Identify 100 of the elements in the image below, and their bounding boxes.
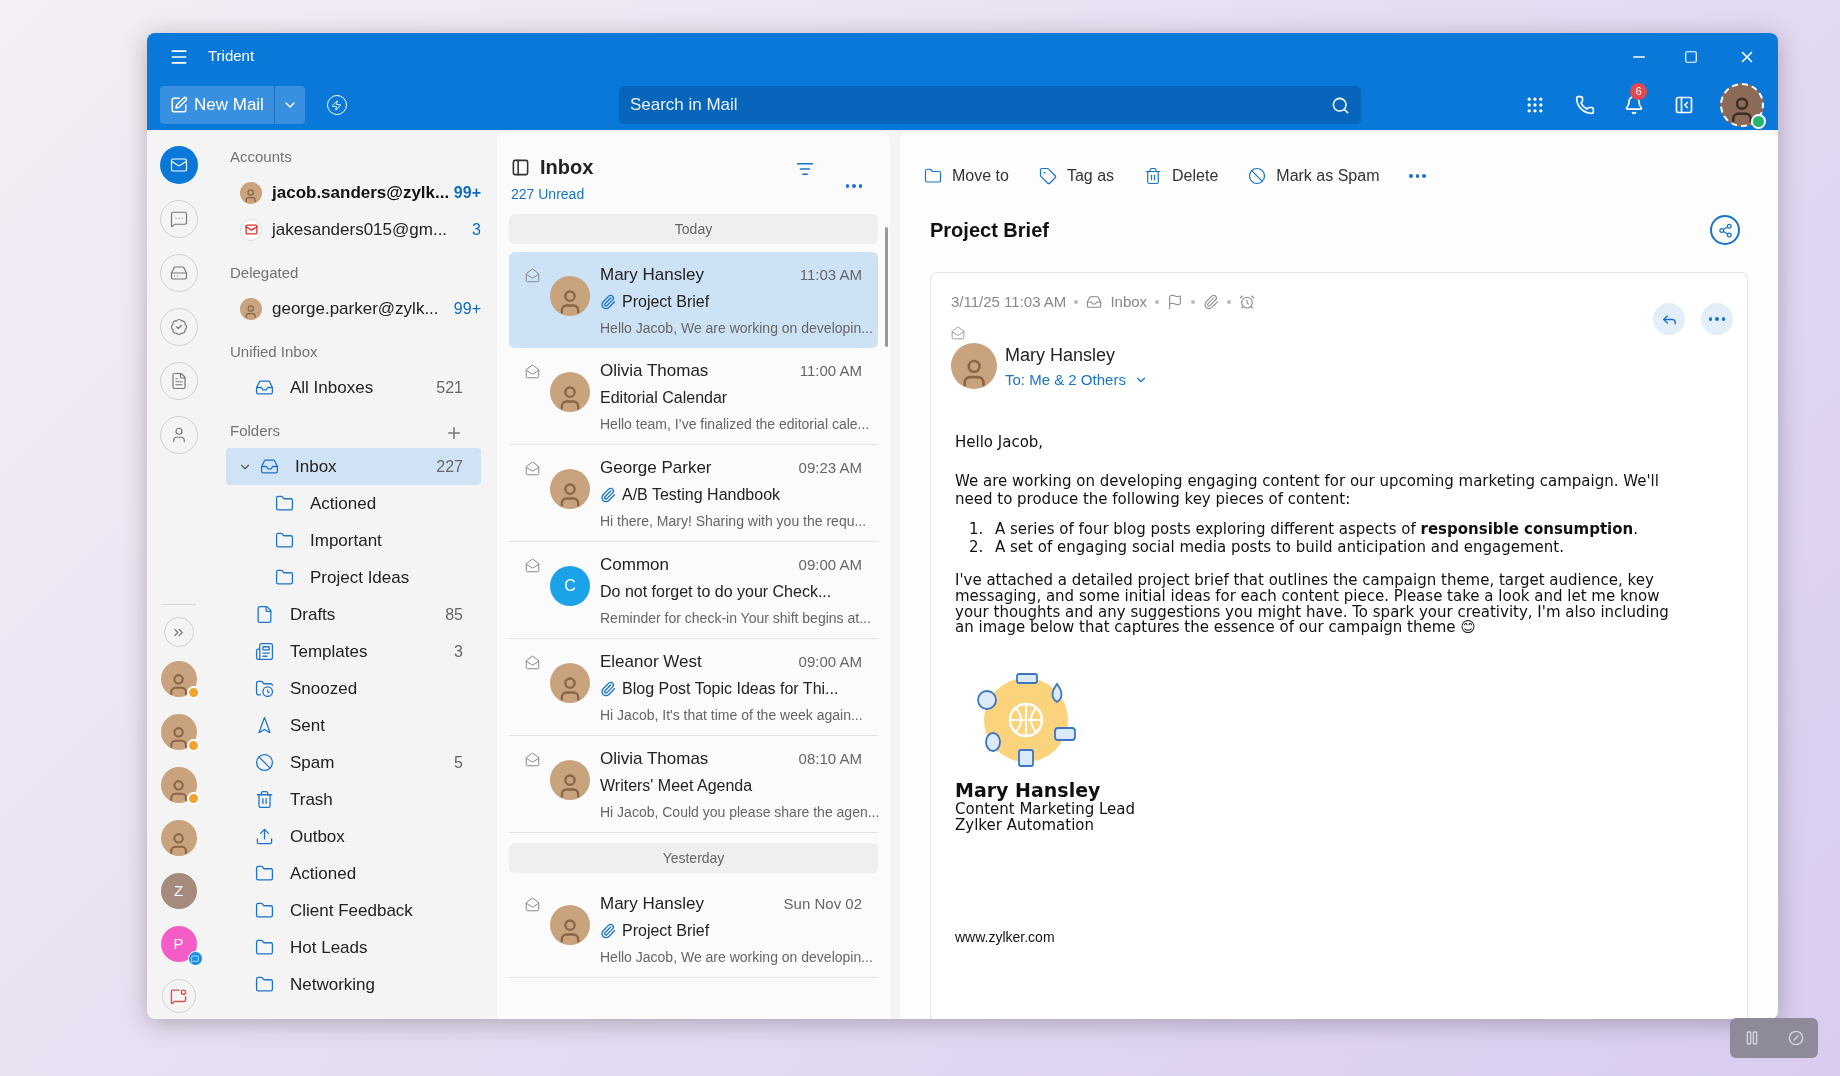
unread-count: 85 [445, 604, 463, 625]
search-input[interactable]: Search in Mail [629, 92, 1331, 118]
folder-item[interactable]: Client Feedback [226, 892, 481, 929]
folder-clock-icon [255, 679, 274, 698]
trash-icon [255, 790, 274, 809]
message-time: 11:00 AM [799, 360, 862, 381]
folder-item[interactable]: Trash [226, 781, 481, 818]
folder-item[interactable]: Hot Leads [226, 929, 481, 966]
unread-count: 99+ [453, 298, 481, 319]
unread-count: 3 [454, 641, 463, 662]
search-icon[interactable] [1330, 95, 1350, 115]
avatar [240, 181, 262, 204]
more-icon [1708, 317, 1726, 321]
compose-icon [170, 96, 188, 114]
folder-item[interactable]: Snoozed [226, 670, 481, 707]
account-email: jakesanders015@gm... [272, 218, 449, 241]
website-link[interactable]: www.zylker.com [955, 928, 1055, 945]
section-heading: Accounts [230, 146, 292, 167]
unread-count: 227 [436, 456, 463, 477]
folder-item[interactable]: Sent [226, 707, 481, 744]
avatar [550, 760, 590, 800]
contact-avatar [160, 714, 197, 750]
received-date: 3/11/25 11:03 AM [951, 292, 1067, 312]
more-icon[interactable] [1409, 174, 1426, 178]
scrollbar-thumb[interactable] [885, 227, 888, 347]
account-item[interactable]: george.parker@zylk... 99+ [210, 290, 497, 327]
maximize-icon[interactable] [1684, 49, 1698, 64]
list-item-text: A set of engaging social media posts to build anticipation and engagement. [995, 538, 1564, 557]
recipients-link[interactable]: To: Me & 2 Others [1005, 368, 1148, 391]
reply-button[interactable] [1653, 303, 1685, 335]
paperclip-icon[interactable] [1203, 294, 1220, 311]
message-time: Sun Nov 02 [783, 893, 862, 914]
message-item[interactable]: George Parker 09:23 AM A/B Testing Handbook Hi there, Mary! Sharing with you the requ... [509, 445, 878, 542]
add-folder-icon[interactable] [445, 424, 463, 442]
phone-icon[interactable] [1575, 95, 1595, 115]
user-avatar[interactable] [1720, 83, 1764, 127]
folder-icon [275, 531, 294, 550]
envelope-icon [525, 558, 540, 573]
section-heading: Delegated [230, 262, 299, 283]
bell-icon[interactable] [1624, 95, 1644, 115]
alarm-clock-icon[interactable] [1239, 294, 1256, 311]
toolbar-action-button[interactable]: Tag as [1038, 164, 1115, 188]
folder-item[interactable]: Project Ideas [226, 559, 481, 596]
message-item[interactable]: Olivia Thomas 11:00 AM Editorial Calendar Hello team, I’ve finalized the editorial cale... [509, 348, 878, 445]
folder-item[interactable]: Important [226, 522, 481, 559]
folder-item[interactable]: All Inboxes 521 [210, 369, 497, 406]
message-time: 09:23 AM [798, 457, 862, 478]
panel-toggle-icon[interactable] [511, 157, 530, 177]
toolbar-action-button[interactable]: Move to [924, 164, 1009, 188]
sender-name: Olivia Thomas [600, 360, 709, 383]
avatar [550, 663, 590, 703]
message-item[interactable]: C Common 09:00 AM Do not forget to do your Check... Reminder for check-in Your shift begins at... [509, 542, 878, 639]
folder-item[interactable]: Drafts 85 [226, 596, 481, 633]
dial-pad-icon[interactable] [1525, 95, 1545, 115]
side-panel-icon[interactable] [1674, 95, 1694, 115]
badge-check-icon [169, 318, 188, 336]
folder-icon [255, 975, 274, 994]
folder-item[interactable]: Actioned [226, 485, 481, 522]
search-field[interactable]: Search in Mail [618, 86, 1361, 124]
toolbar-action-button[interactable]: Delete [1144, 164, 1219, 188]
list-number: 2. [969, 538, 985, 557]
email-subject: Project Brief [930, 218, 1049, 243]
folder-item[interactable]: Networking [226, 966, 481, 1003]
folder-label: Inbox [1110, 292, 1148, 312]
envelope-logo-icon [240, 218, 262, 241]
file-icon [255, 605, 274, 624]
folder-item[interactable]: Templates 3 [226, 633, 481, 670]
message-item[interactable]: Eleanor West 09:00 AM Blog Post Topic Ideas for Thi... Hi Jacob, It's that time of the week again... [509, 639, 878, 736]
drive-icon [169, 264, 188, 282]
section-heading: Unified Inbox [230, 341, 318, 362]
message-time: 09:00 AM [798, 554, 862, 575]
pause-icon[interactable] [1744, 1030, 1760, 1046]
share-button[interactable] [1710, 215, 1740, 245]
more-button[interactable] [1701, 303, 1733, 335]
message-item[interactable]: Olivia Thomas 08:10 AM Writers' Meet Agenda Hi Jacob, Could you please share the agen... [509, 736, 878, 833]
flag-icon[interactable] [1167, 294, 1184, 311]
blocked-icon [1248, 167, 1267, 185]
message-item[interactable]: Mary Hansley Sun Nov 02 Project Brief Hello Jacob, We are working on developin... [509, 881, 878, 978]
sender-name: Olivia Thomas [600, 748, 709, 771]
folder-item[interactable]: Spam 5 [226, 744, 481, 781]
message-preview: Hi there, Mary! Sharing with you the requ... [600, 511, 867, 531]
folder-item[interactable]: Outbox [226, 818, 481, 855]
signature-company: Zylker Automation [955, 817, 1095, 834]
account-item[interactable]: jakesanders015@gm... 3 [210, 211, 497, 248]
envelope-icon [525, 268, 540, 283]
envelope-icon [951, 325, 965, 340]
folder-name: Snoozed [290, 677, 359, 700]
message-item[interactable]: Mary Hansley 11:03 AM Project Brief Hello Jacob, We are working on developin... [509, 252, 878, 348]
account-item[interactable]: jacob.sanders@zylk... 99+ [210, 174, 497, 211]
letter-avatar: C [550, 566, 590, 606]
slashed-circle-icon[interactable] [1788, 1030, 1804, 1046]
folder-name: Outbox [290, 825, 346, 848]
app-switcher-button[interactable] [159, 146, 198, 184]
folder-item[interactable]: Actioned [226, 855, 481, 892]
filter-icon[interactable] [795, 160, 814, 178]
folder-item[interactable]: Inbox 227 [226, 448, 481, 485]
message-preview: Hi Jacob, It's that time of the week again... [600, 705, 863, 725]
account-email: jacob.sanders@zylk... [272, 181, 451, 204]
folder-icon [255, 901, 274, 920]
toolbar-action-button[interactable]: Mark as Spam [1248, 164, 1380, 188]
